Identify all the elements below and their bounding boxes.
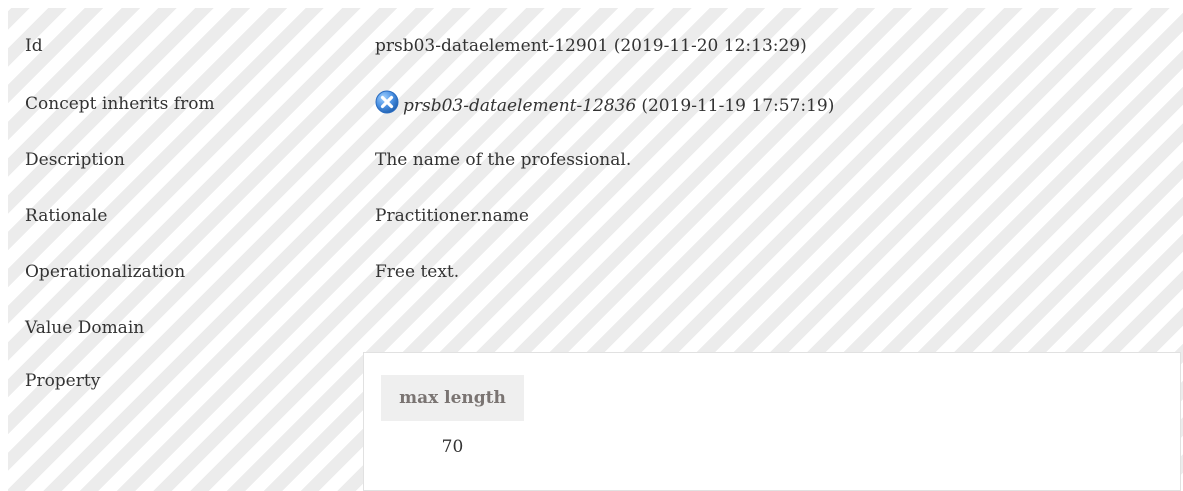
concept-details-panel: Id prsb03-dataelement-12901 (2019-11-20 … — [8, 8, 1183, 491]
description-label: Description — [25, 150, 125, 170]
concept-inherits-value: prsb03-dataelement-12836 (2019-11-19 17:… — [375, 90, 835, 118]
property-value-max-length: 70 — [441, 437, 464, 457]
id-value: prsb03-dataelement-12901 (2019-11-20 12:… — [375, 36, 807, 56]
rationale-value: Practitioner.name — [375, 206, 529, 226]
description-value: The name of the professional. — [375, 150, 632, 170]
rationale-label: Rationale — [25, 206, 108, 226]
row-value-domain: Value Domain — [8, 316, 1183, 356]
operationalization-value: Free text. — [375, 262, 460, 282]
operationalization-label: Operationalization — [25, 262, 186, 282]
row-operationalization: Operationalization Free text. — [8, 260, 1183, 300]
property-table: max length 70 — [363, 352, 1181, 491]
row-rationale: Rationale Practitioner.name — [8, 204, 1183, 244]
row-id: Id prsb03-dataelement-12901 (2019-11-20 … — [8, 34, 1183, 74]
property-label: Property — [25, 371, 101, 391]
id-label: Id — [25, 36, 43, 56]
value-domain-label: Value Domain — [25, 318, 145, 338]
concept-inherits-label: Concept inherits from — [25, 94, 215, 114]
row-description: Description The name of the professional… — [8, 148, 1183, 188]
close-circle-icon[interactable] — [375, 90, 399, 114]
inherits-date: (2019-11-19 17:57:19) — [641, 96, 835, 116]
property-header-max-length: max length — [381, 375, 524, 421]
inherits-link[interactable]: prsb03-dataelement-12836 — [403, 94, 636, 118]
row-concept-inherits: Concept inherits from prsb03-dataelement… — [8, 90, 1183, 132]
